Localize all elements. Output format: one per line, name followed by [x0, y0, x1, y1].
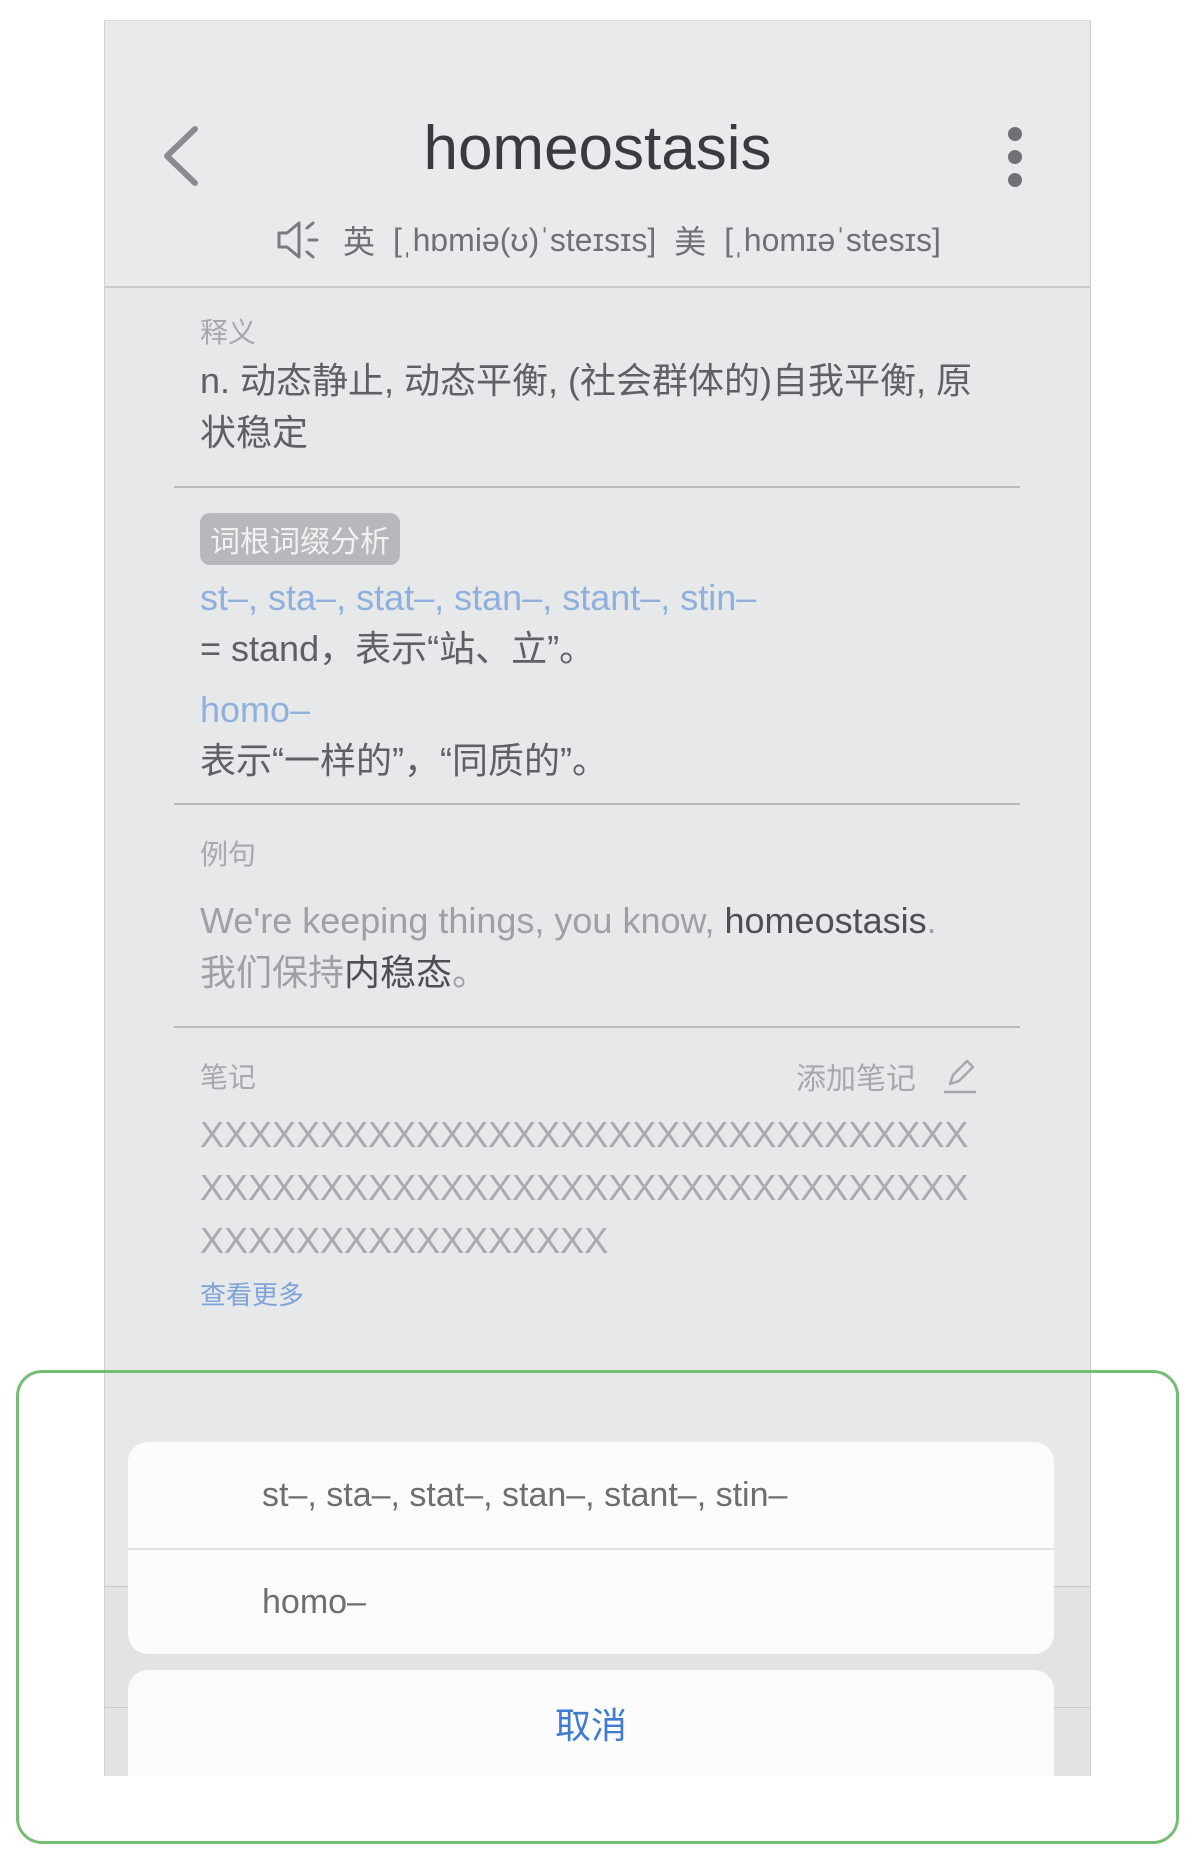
us-label: 美	[674, 224, 707, 260]
divider	[174, 803, 1020, 805]
notes-label: 笔记	[200, 1062, 257, 1093]
add-note-button[interactable]: 添加笔记	[796, 1054, 980, 1098]
example-keyword-cn: 内稳态	[344, 952, 453, 993]
view-more-link[interactable]: 查看更多	[200, 1275, 304, 1312]
speaker-icon[interactable]	[275, 218, 323, 262]
example-label: 例句	[200, 839, 257, 870]
definition-section: 释义 n. 动态静止, 动态平衡, (社会群体的)自我平衡, 原状稳定	[200, 311, 980, 459]
example-section: 例句 We're keeping things, you know, homeo…	[200, 833, 980, 999]
notes-section: 笔记 添加笔记 XXXXXXXXXXXXXXXXXXXXXXXXXXXXXXXX…	[200, 1054, 980, 1312]
roots-badge: 词根词缀分析	[200, 513, 400, 565]
word-header: homeostasis 英 [ˌhɒmiə(ʊ)ˈsteɪsɪs] 美 [ˌho…	[105, 21, 1090, 288]
headword: homeostasis	[423, 114, 772, 183]
note-content: XXXXXXXXXXXXXXXXXXXXXXXXXXXXXXXXXXXXXXXX…	[200, 1114, 969, 1261]
example-chinese: 我们保持内稳态。	[200, 952, 489, 993]
more-options-icon[interactable]	[1005, 127, 1025, 187]
root-meaning-1: = stand，表示“站、立”。	[200, 628, 596, 669]
roots-section: 词根词缀分析 st–, sta–, stat–, stan–, stant–, …	[200, 513, 980, 787]
pencil-icon	[944, 1059, 976, 1094]
add-note-label: 添加笔记	[796, 1063, 916, 1096]
definition-text: n. 动态静止, 动态平衡, (社会群体的)自我平衡, 原状稳定	[200, 360, 973, 453]
root-meaning-2: 表示“一样的”，“同质的”。	[200, 740, 608, 781]
divider	[174, 1026, 1020, 1028]
root-link-1[interactable]: st–, sta–, stat–, stan–, stant–, stin–	[200, 573, 980, 623]
pronunciation: 英 [ˌhɒmiə(ʊ)ˈsteɪsɪs] 美 [ˌhomɪəˈstesɪs]	[275, 217, 941, 263]
root-link-2[interactable]: homo–	[200, 685, 980, 735]
divider	[174, 486, 1020, 488]
uk-phonetic[interactable]: [ˌhɒmiə(ʊ)ˈsteɪsɪs]	[393, 222, 656, 259]
highlight-frame	[16, 1370, 1179, 1844]
example-english: We're keeping things, you know, homeosta…	[200, 900, 937, 941]
definition-label: 释义	[200, 317, 257, 348]
uk-label: 英	[343, 224, 376, 260]
example-keyword: homeostasis	[724, 900, 927, 941]
us-phonetic[interactable]: [ˌhomɪəˈstesɪs]	[724, 222, 941, 259]
